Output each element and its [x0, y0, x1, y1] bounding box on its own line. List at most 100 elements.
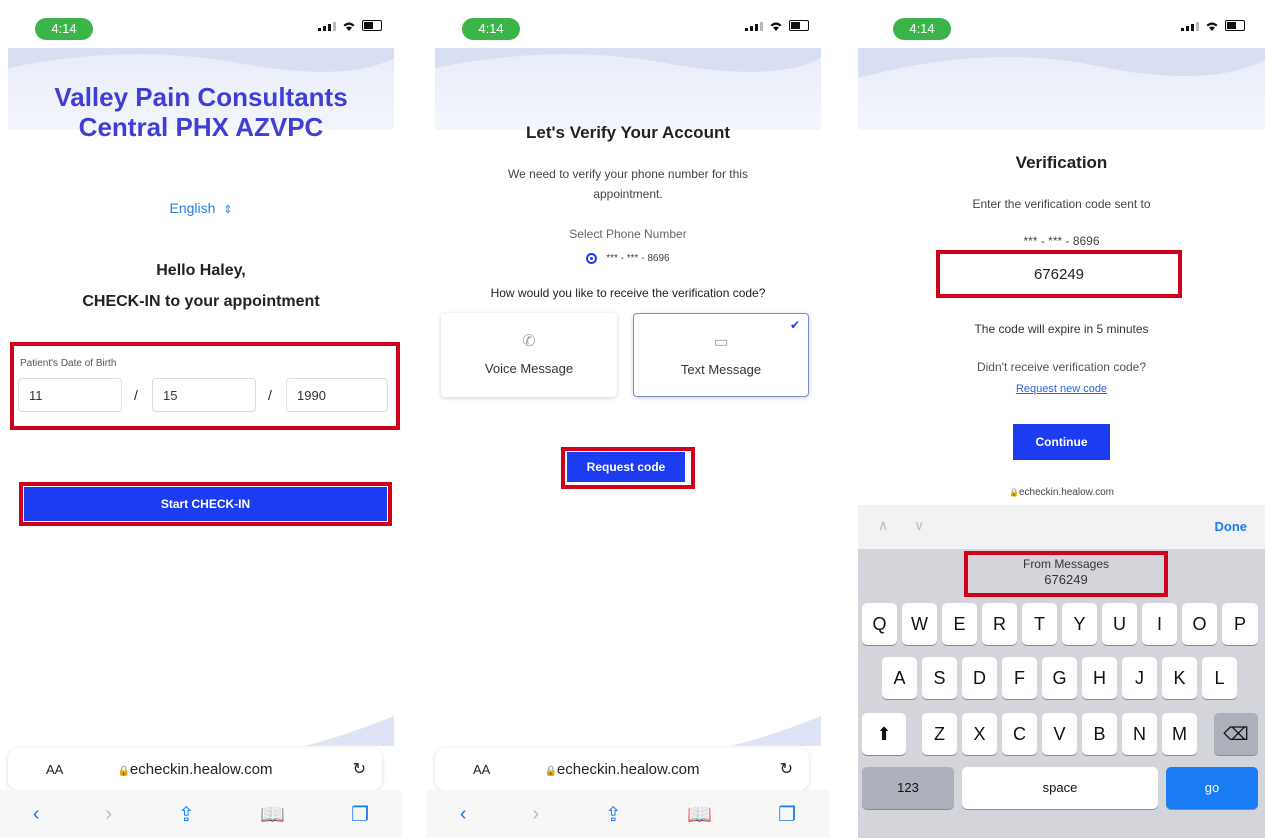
share-icon[interactable]: ⇪: [605, 802, 622, 827]
key-n[interactable]: N: [1122, 713, 1157, 755]
tabs-icon[interactable]: ❐: [778, 802, 796, 827]
continue-button[interactable]: Continue: [1013, 424, 1110, 460]
go-key[interactable]: go: [1166, 767, 1258, 809]
reload-icon[interactable]: ↻: [780, 759, 793, 779]
start-checkin-button[interactable]: Start CHECK-IN: [24, 487, 387, 521]
signal-icon: [745, 21, 763, 31]
key-f[interactable]: F: [1002, 657, 1037, 699]
dob-month-input[interactable]: [18, 378, 122, 412]
key-h[interactable]: H: [1082, 657, 1117, 699]
text-message-label: Text Message: [680, 362, 762, 377]
wifi-icon: [769, 21, 783, 31]
status-time: 4:14: [893, 18, 951, 40]
system-icons: [318, 20, 382, 31]
back-icon[interactable]: ‹: [460, 803, 467, 826]
done-button[interactable]: Done: [1215, 519, 1248, 534]
voice-message-option[interactable]: ✆ Voice Message: [441, 313, 617, 397]
chevron-up-icon[interactable]: ∧: [878, 517, 888, 534]
method-question: How would you like to receive the verifi…: [490, 286, 766, 300]
practice-title-line1: Valley Pain Consultants: [54, 82, 348, 112]
voice-message-label: Voice Message: [484, 361, 574, 376]
forward-icon[interactable]: ›: [105, 803, 112, 826]
key-z[interactable]: Z: [922, 713, 957, 755]
chevron-updown-icon: ⇕: [223, 204, 233, 216]
practice-title-line2: Central PHX AZVPC: [78, 112, 324, 142]
select-phone-label: Select Phone Number: [569, 227, 687, 241]
verification-title: Verification: [1015, 153, 1108, 172]
key-w[interactable]: W: [902, 603, 937, 645]
screen-verification: 4:14 Verification Enter the verification…: [858, 0, 1265, 838]
url-text: 🔒echeckin.healow.com: [435, 761, 809, 778]
mini-url: 🔒echeckin.healow.com: [858, 487, 1265, 498]
key-s[interactable]: S: [922, 657, 957, 699]
autofill-suggestion[interactable]: From Messages 676249: [970, 557, 1162, 587]
status-time: 4:14: [462, 18, 520, 40]
phone-icon: ✆: [522, 333, 536, 350]
battery-icon: [1225, 20, 1245, 31]
delete-key[interactable]: ⌫: [1214, 713, 1258, 755]
bookmarks-icon[interactable]: 📖: [687, 802, 712, 827]
space-key[interactable]: space: [962, 767, 1158, 809]
wifi-icon: [342, 21, 356, 31]
dob-day-input[interactable]: [152, 378, 256, 412]
key-t[interactable]: T: [1022, 603, 1057, 645]
request-code-button[interactable]: Request code: [567, 452, 685, 482]
text-message-option[interactable]: ✔ ▭ Text Message: [633, 313, 809, 397]
key-v[interactable]: V: [1042, 713, 1077, 755]
practice-title: Valley Pain Consultants Central PHX AZVP…: [0, 82, 402, 142]
header-wave: [858, 48, 1265, 130]
key-p[interactable]: P: [1222, 603, 1258, 645]
key-b[interactable]: B: [1082, 713, 1117, 755]
lock-icon: 🔒: [1008, 488, 1019, 497]
signal-icon: [318, 21, 336, 31]
header-wave: [435, 48, 821, 130]
chevron-down-icon[interactable]: ∨: [914, 517, 924, 534]
shift-key[interactable]: ⬆: [862, 713, 906, 755]
dob-label: Patient's Date of Birth: [20, 358, 117, 369]
back-icon[interactable]: ‹: [33, 803, 40, 826]
key-c[interactable]: C: [1002, 713, 1037, 755]
request-new-code-link[interactable]: Request new code: [858, 383, 1265, 395]
key-e[interactable]: E: [942, 603, 977, 645]
phone-option[interactable]: *** - *** - 8696: [427, 253, 829, 264]
key-x[interactable]: X: [962, 713, 997, 755]
dob-year-input[interactable]: [286, 378, 388, 412]
key-g[interactable]: G: [1042, 657, 1077, 699]
address-bar[interactable]: AA 🔒echeckin.healow.com ↻: [8, 748, 382, 790]
key-i[interactable]: I: [1142, 603, 1177, 645]
verify-description: We need to verify your phone number for …: [508, 167, 748, 201]
tabs-icon[interactable]: ❐: [351, 802, 369, 827]
footer-wave: [731, 716, 821, 746]
key-k[interactable]: K: [1162, 657, 1197, 699]
radio-selected-icon[interactable]: [586, 253, 598, 264]
reload-icon[interactable]: ↻: [353, 759, 366, 779]
key-l[interactable]: L: [1202, 657, 1237, 699]
status-bar: 4:14: [858, 0, 1265, 48]
expire-text: The code will expire in 5 minutes: [974, 322, 1149, 336]
key-d[interactable]: D: [962, 657, 997, 699]
backspace-icon: ⌫: [1223, 724, 1249, 744]
key-m[interactable]: M: [1162, 713, 1197, 755]
key-j[interactable]: J: [1122, 657, 1157, 699]
bookmarks-icon[interactable]: 📖: [260, 802, 285, 827]
share-icon[interactable]: ⇪: [178, 802, 195, 827]
signal-icon: [1181, 21, 1199, 31]
key-u[interactable]: U: [1102, 603, 1137, 645]
verify-title: Let's Verify Your Account: [526, 123, 730, 142]
battery-icon: [362, 20, 382, 31]
greeting: Hello Haley,: [156, 262, 246, 279]
language-selector[interactable]: English ⇕: [0, 200, 402, 216]
date-separator: /: [268, 387, 272, 403]
key-o[interactable]: O: [1182, 603, 1217, 645]
key-r[interactable]: R: [982, 603, 1017, 645]
address-bar[interactable]: AA 🔒echeckin.healow.com ↻: [435, 748, 809, 790]
numbers-key[interactable]: 123: [862, 767, 954, 809]
status-bar: 4:14: [427, 0, 829, 48]
key-q[interactable]: Q: [862, 603, 897, 645]
key-y[interactable]: Y: [1062, 603, 1097, 645]
forward-icon[interactable]: ›: [532, 803, 539, 826]
suggestion-code: 676249: [1044, 572, 1088, 587]
url-label: echeckin.healow.com: [129, 760, 273, 778]
key-a[interactable]: A: [882, 657, 917, 699]
verification-code-input[interactable]: [942, 256, 1176, 292]
